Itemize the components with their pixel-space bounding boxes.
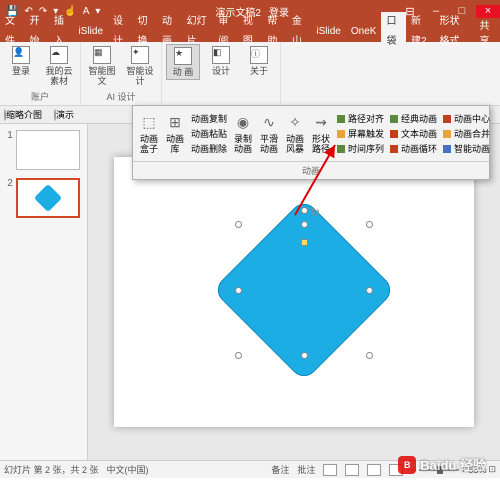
about-button[interactable]: ⓘ关于	[242, 44, 276, 78]
text-anim[interactable]: 文本动画	[390, 127, 437, 140]
smart-pic-button[interactable]: ▦智能图文	[85, 44, 119, 88]
smart-anim[interactable]: 智能动画	[443, 142, 490, 155]
path-icon: ⇝	[311, 112, 331, 132]
tab-koutu[interactable]: 口袋	[381, 12, 406, 52]
group-ai: ▦智能图文 ✦智能设计 AI 设计	[81, 42, 162, 105]
thumb-2[interactable]: 2	[7, 178, 80, 218]
anim-center[interactable]: 动画中心	[443, 112, 490, 125]
anim-button[interactable]: ★动 画	[166, 44, 200, 80]
baidu-logo-icon: B	[398, 456, 416, 474]
slide-counter: 幻灯片 第 2 张，共 2 张	[4, 463, 99, 476]
sorter-view-button[interactable]	[345, 464, 359, 476]
box-icon: ⬚	[139, 112, 159, 132]
watermark-text: Baidu 经验	[420, 455, 486, 474]
comments-button[interactable]: 批注	[297, 463, 315, 476]
cloud-icon: ☁	[50, 46, 68, 64]
anim-dropdown: ⬚动画盒子 ⊞动画库 动画复制 动画粘贴 动画删除 ◉录制动画 ∿平滑动画 ✧动…	[132, 105, 490, 180]
diamond-icon	[34, 184, 62, 212]
handle-e[interactable]	[366, 287, 373, 294]
notes-button[interactable]: 备注	[271, 463, 289, 476]
close-button[interactable]: ×	[476, 5, 500, 18]
login-button[interactable]: 👤登录	[4, 44, 38, 78]
smart-pic-icon: ▦	[93, 46, 111, 64]
smart-design-button[interactable]: ✦智能设计	[123, 44, 157, 88]
handle-sw[interactable]	[235, 352, 242, 359]
anim-delete[interactable]: 动画删除	[191, 142, 227, 155]
handle-w[interactable]	[235, 287, 242, 294]
path-align[interactable]: 路径对齐	[337, 112, 384, 125]
tab-new[interactable]: 新建2	[406, 12, 435, 52]
smart-design-icon: ✦	[131, 46, 149, 64]
qat-a-icon[interactable]: A	[83, 6, 90, 17]
language-status[interactable]: 中文(中国)	[107, 463, 149, 476]
record-icon: ◉	[233, 112, 253, 132]
screen-trigger[interactable]: 屏幕触发	[337, 127, 384, 140]
thumb-1[interactable]: 1	[7, 130, 80, 170]
anim-action-button[interactable]: ✧动画 风暴	[283, 110, 307, 157]
anim-paste[interactable]: 动画粘贴	[191, 127, 227, 140]
tab-islide2[interactable]: iSlide	[311, 22, 345, 42]
tab-islide[interactable]: iSlide	[74, 22, 108, 42]
handle-se[interactable]	[366, 352, 373, 359]
anim-box-button[interactable]: ⬚动画盒子	[137, 110, 161, 157]
timeline[interactable]: 时间序列	[337, 142, 384, 155]
library-icon: ⊞	[165, 112, 185, 132]
watermark: B Baidu 经验	[398, 455, 486, 474]
selected-shape[interactable]	[239, 225, 369, 355]
tab-shape-format[interactable]: 形状格式	[435, 12, 474, 52]
current-slide	[114, 157, 474, 427]
user-icon: 👤	[12, 46, 30, 64]
handle-n[interactable]	[301, 221, 308, 228]
info-icon: ⓘ	[250, 46, 268, 64]
group-account: 👤登录 ☁我的云素材 账户	[0, 42, 81, 105]
anim-merge[interactable]: 动画合并	[443, 127, 490, 140]
anim-lib-button[interactable]: ⊞动画库	[163, 110, 187, 157]
share-button[interactable]: 共享	[474, 17, 500, 47]
classic-anim[interactable]: 经典动画	[390, 112, 437, 125]
smooth-anim-button[interactable]: ∿平滑动画	[257, 110, 281, 157]
anim-copy[interactable]: 动画复制	[191, 112, 227, 125]
handle-s[interactable]	[301, 352, 308, 359]
pres-label[interactable]: 演示	[56, 110, 74, 120]
action-icon: ✧	[285, 112, 305, 132]
smooth-icon: ∿	[259, 112, 279, 132]
qat-dropdown-icon[interactable]: ▾	[95, 6, 100, 17]
design-icon: ◧	[212, 46, 230, 64]
fit-button[interactable]: ⊡	[488, 464, 496, 475]
reading-view-button[interactable]	[367, 464, 381, 476]
slide-thumbnails: 1 2	[0, 124, 88, 460]
rotate-handle[interactable]	[301, 207, 308, 214]
outline-label[interactable]: 缩略介图	[6, 110, 42, 120]
ribbon-tabs: 文件 开始 插入 iSlide 设计 切换 动画 幻灯片 审阅 视图 帮助 金山…	[0, 22, 500, 42]
handle-nw[interactable]	[235, 221, 242, 228]
cloud-button[interactable]: ☁我的云素材	[42, 44, 76, 88]
group-anim: ★动 画 ◧设计 ⓘ关于	[162, 42, 281, 105]
anim-icon: ★	[174, 47, 192, 65]
tab-onek[interactable]: OneK	[346, 22, 382, 42]
normal-view-button[interactable]	[323, 464, 337, 476]
adjust-handle[interactable]	[301, 239, 308, 246]
dropdown-footer: 动画	[133, 161, 489, 179]
rec-anim-button[interactable]: ◉录制动画	[231, 110, 255, 157]
group-label-ai: AI 设计	[106, 90, 135, 103]
group-label-account: 账户	[31, 90, 49, 103]
anim-loop[interactable]: 动画循环	[390, 142, 437, 155]
motion-path-button[interactable]: ⇝形状路径	[309, 110, 333, 157]
tab-jinshan[interactable]: 金山	[287, 12, 312, 52]
anim-edit-group: 动画复制 动画粘贴 动画删除	[189, 110, 229, 157]
handle-ne[interactable]	[366, 221, 373, 228]
design-button[interactable]: ◧设计	[204, 44, 238, 78]
